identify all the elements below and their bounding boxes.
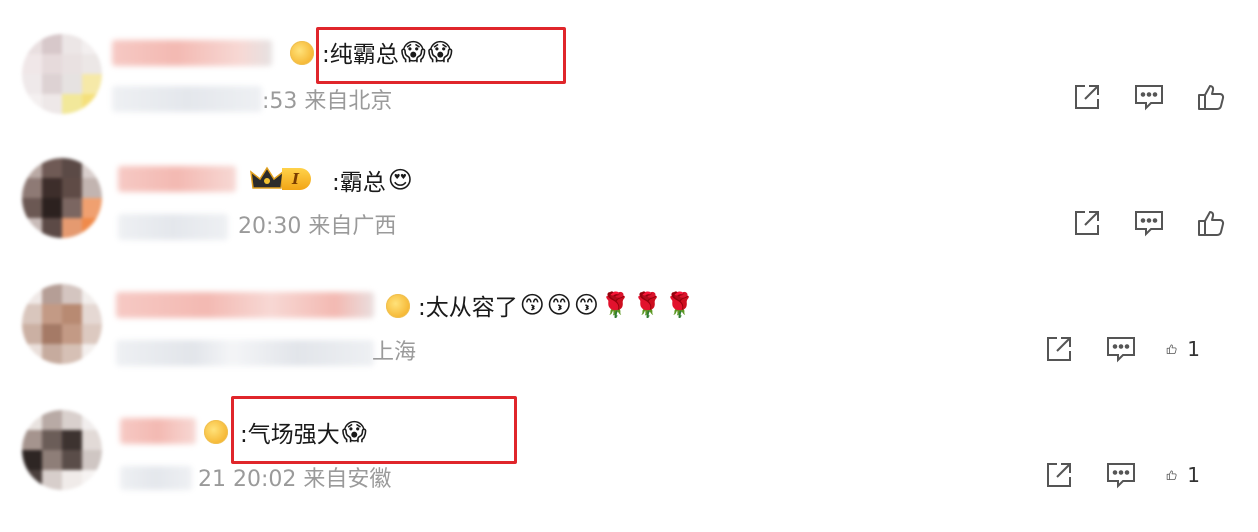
- heart-eyes-emoji-icon: 😍: [387, 166, 413, 194]
- member-badge-icon: [386, 294, 410, 318]
- like-button[interactable]: [1194, 206, 1228, 240]
- comment-meta: 21 20:02 来自安徽: [198, 467, 392, 492]
- comment-text: :霸总 😍: [332, 162, 413, 198]
- share-box-icon: [1047, 463, 1071, 487]
- repost-button[interactable]: [1042, 332, 1076, 366]
- comment-meta: 上海: [372, 340, 417, 365]
- thumbs-up-icon: [1166, 344, 1177, 354]
- date-blurred: [120, 466, 192, 490]
- username-blurred[interactable]: [116, 292, 374, 318]
- comment-button[interactable]: [1104, 332, 1138, 366]
- avatar[interactable]: [22, 158, 102, 238]
- repost-button[interactable]: [1070, 206, 1104, 240]
- crown-icon: [250, 166, 284, 189]
- scream-emoji-icon: 😱: [341, 418, 367, 446]
- date-blurred: [118, 214, 228, 240]
- share-box-icon: [1047, 337, 1071, 361]
- comment-bubble-icon: [1107, 463, 1135, 489]
- username-blurred[interactable]: [120, 418, 196, 444]
- member-badge-icon: [204, 420, 228, 444]
- avatar[interactable]: [22, 410, 102, 490]
- comment-actions: 1: [1042, 332, 1200, 366]
- kiss-emoji-icon: 😙: [519, 291, 545, 319]
- date-blurred: [116, 340, 374, 366]
- comment-bubble-icon: [1135, 211, 1163, 237]
- thumbs-up-icon: [1198, 211, 1225, 236]
- comment-actions: 1: [1042, 458, 1200, 492]
- comment-body: :气场强大: [240, 422, 340, 448]
- rose-emoji-icon: 🌹: [664, 291, 695, 319]
- vip-badge: I: [250, 166, 312, 192]
- share-box-icon: [1075, 211, 1099, 235]
- kiss-emoji-icon: 😙: [546, 291, 572, 319]
- comment-text: :太从容了 😙 😙 😙 🌹 🌹 🌹: [418, 287, 695, 323]
- comment-body: :霸总: [332, 170, 386, 196]
- like-button[interactable]: 1: [1166, 458, 1200, 492]
- username-blurred[interactable]: [118, 166, 236, 192]
- comment-item: :气场强大 😱 21 20:02 来自安徽 1: [0, 0, 1258, 492]
- avatar[interactable]: [22, 284, 102, 364]
- kiss-emoji-icon: 😙: [573, 291, 599, 319]
- like-count: 1: [1187, 463, 1200, 487]
- rose-emoji-icon: 🌹: [632, 291, 663, 319]
- repost-button[interactable]: [1042, 458, 1076, 492]
- comment-text: :气场强大 😱: [240, 414, 367, 450]
- comment-button[interactable]: [1104, 458, 1138, 492]
- comment-body: :太从容了: [418, 295, 518, 321]
- vip-level: I: [282, 168, 312, 190]
- comment-meta: 20:30 来自广西: [238, 214, 397, 239]
- comment-actions: [1070, 206, 1228, 240]
- like-count: 1: [1187, 337, 1200, 361]
- like-button[interactable]: 1: [1166, 332, 1200, 366]
- thumbs-up-icon: [1166, 470, 1177, 480]
- comment-button[interactable]: [1132, 206, 1166, 240]
- rose-emoji-icon: 🌹: [600, 291, 631, 319]
- comment-bubble-icon: [1107, 337, 1135, 363]
